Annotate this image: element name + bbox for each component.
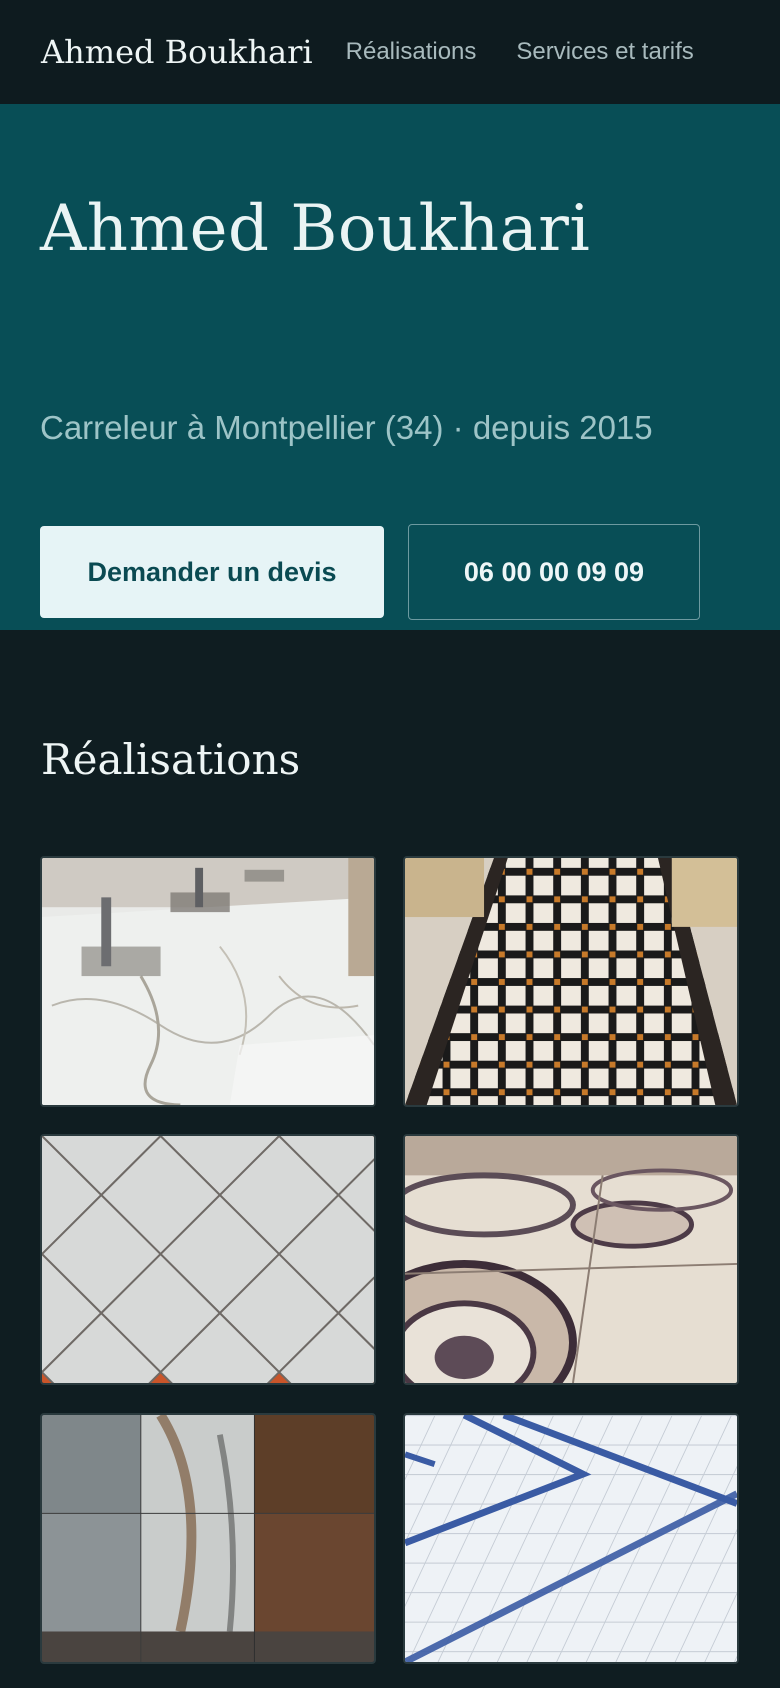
nav-link-services[interactable]: Services et tarifs <box>516 38 693 66</box>
gallery-photo-blue-border-tiles[interactable] <box>403 1413 739 1664</box>
gallery-photo-terracotta-diamonds[interactable] <box>40 1134 376 1385</box>
gallery-photo-mosaic-corridor[interactable] <box>403 856 739 1107</box>
nav-links: Réalisations Services et tarifs <box>346 38 734 66</box>
nav-overflow-fade <box>740 0 780 104</box>
top-nav: Ahmed Boukhari Réalisations Services et … <box>0 0 780 104</box>
nav-link-realisations[interactable]: Réalisations <box>346 38 477 66</box>
gallery-title: Réalisations <box>41 735 301 784</box>
gallery-photo-marble-salon[interactable] <box>40 856 376 1107</box>
request-quote-button[interactable]: Demander un devis <box>40 526 384 618</box>
phone-call-button[interactable]: 06 00 00 09 09 <box>408 524 700 620</box>
gallery-section: Réalisations <box>0 630 780 1688</box>
brand-logo-link[interactable]: Ahmed Boukhari <box>41 33 313 71</box>
hero-title: Ahmed Boukhari <box>40 192 591 266</box>
hero-subtitle: Carreleur à Montpellier (34) · depuis 20… <box>40 409 653 446</box>
gallery-photo-marble-inlay[interactable] <box>403 1134 739 1385</box>
gallery-photo-tile-samples[interactable] <box>40 1413 376 1664</box>
hero-section: Ahmed Boukhari Carreleur à Montpellier (… <box>0 104 780 630</box>
